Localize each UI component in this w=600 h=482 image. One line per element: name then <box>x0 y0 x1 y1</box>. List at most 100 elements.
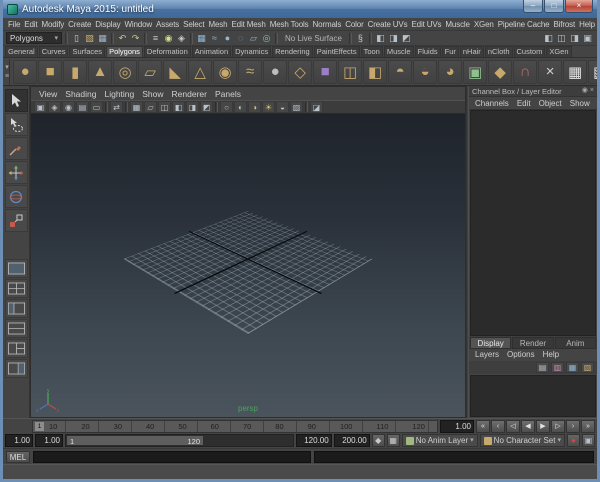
command-result[interactable] <box>314 451 594 463</box>
snap-view-plane-icon[interactable]: ▱ <box>247 32 260 45</box>
channel-box-body[interactable] <box>470 110 596 336</box>
menu-item[interactable]: Display <box>93 20 122 29</box>
new-layer-from-selected-icon[interactable]: ▥ <box>551 362 564 373</box>
menu-item[interactable]: Color <box>343 20 365 29</box>
animation-end-field[interactable]: 200.00 <box>334 434 370 447</box>
extrude-icon[interactable]: ▣ <box>463 60 487 84</box>
image-plane-icon[interactable]: ▭ <box>90 101 103 113</box>
script-language-button[interactable]: MEL <box>6 451 30 463</box>
separate-icon[interactable]: ◧ <box>363 60 387 84</box>
shelf-menu-icon[interactable]: ≡ <box>5 72 9 81</box>
menu-item[interactable]: Normals <box>311 20 344 29</box>
save-scene-icon[interactable]: ▦ <box>96 32 109 45</box>
command-input[interactable] <box>33 451 311 463</box>
scale-tool-button[interactable] <box>5 209 28 232</box>
maximize-button[interactable]: □ <box>544 0 564 13</box>
modeling-toolkit-toggle[interactable]: ▣ <box>581 32 594 45</box>
playback-end-field[interactable]: 120.00 <box>296 434 332 447</box>
shelf-tab[interactable]: Toon <box>361 46 383 57</box>
grid-icon[interactable]: ▦ <box>130 101 143 113</box>
viewport-menu-item[interactable]: View <box>35 89 61 99</box>
layer-editor-menu-item[interactable]: Options <box>503 349 539 361</box>
camera-attributes-icon[interactable]: ◉ <box>62 101 75 113</box>
pan-zoom-icon[interactable]: ⇄ <box>110 101 123 113</box>
new-empty-layer-icon[interactable]: ▤ <box>536 362 549 373</box>
menu-item[interactable]: Assets <box>154 20 181 29</box>
shelf-tab[interactable]: General <box>5 46 38 57</box>
menu-item[interactable]: Create UVs <box>366 20 410 29</box>
close-icon[interactable]: × <box>590 86 594 96</box>
menu-item[interactable]: Select <box>181 20 206 29</box>
lights-icon[interactable]: ☀ <box>262 101 275 113</box>
layer-editor-menu-item[interactable]: Layers <box>471 349 503 361</box>
menu-item[interactable]: Modify <box>39 20 66 29</box>
poly-helix-icon[interactable]: ≈ <box>238 60 262 84</box>
menu-item[interactable]: Create <box>66 20 93 29</box>
move-tool-button[interactable] <box>5 161 28 184</box>
new-scene-icon[interactable]: ▯ <box>70 32 83 45</box>
textured-icon[interactable]: ◑ <box>248 101 261 113</box>
animation-preferences-icon[interactable]: ▣ <box>582 434 595 447</box>
make-live-icon[interactable]: ◎ <box>260 32 273 45</box>
combine-icon[interactable]: ◫ <box>338 60 362 84</box>
isolate-select-icon[interactable]: ◪ <box>310 101 323 113</box>
poly-cube-icon[interactable]: ■ <box>38 60 62 84</box>
snap-curve-icon[interactable]: ≈ <box>208 32 221 45</box>
menu-item[interactable]: Bifrost <box>551 20 577 29</box>
menu-item[interactable]: Edit Mesh <box>229 20 267 29</box>
film-gate-icon[interactable]: ▱ <box>144 101 157 113</box>
shadows-icon[interactable]: ◒ <box>276 101 289 113</box>
shelf-tab[interactable]: nHair <box>460 46 484 57</box>
anim-snap-icon[interactable]: ▦ <box>387 434 400 447</box>
snap-grid-icon[interactable]: ▦ <box>195 32 208 45</box>
snap-projected-center-icon[interactable]: ◌ <box>234 32 247 45</box>
step-back-key-button[interactable]: ◁ <box>506 420 520 433</box>
perspective-view[interactable]: y x z persp <box>31 114 465 417</box>
step-back-frame-button[interactable]: ‹ <box>491 420 505 433</box>
playback-start-field[interactable]: 1.00 <box>35 434 63 447</box>
divider[interactable] <box>144 33 147 44</box>
close-button[interactable]: × <box>565 0 593 13</box>
sculpt-tool-icon[interactable]: ■ <box>313 60 337 84</box>
current-time-field[interactable]: 1.00 <box>440 420 474 433</box>
open-scene-icon[interactable]: ▧ <box>83 32 96 45</box>
poly-prism-icon[interactable]: ◣ <box>163 60 187 84</box>
shelf-tab[interactable]: Dynamics <box>232 46 271 57</box>
gate-mask-icon[interactable]: ◧ <box>172 101 185 113</box>
layout-single-pane-button[interactable] <box>5 259 28 278</box>
menu-item[interactable]: Mesh <box>206 20 229 29</box>
camera-icon[interactable]: ▣ <box>34 101 47 113</box>
shelf-tab-switcher-icon[interactable]: ▾ <box>5 63 9 72</box>
shaded-icon[interactable]: ◐ <box>234 101 247 113</box>
rotate-tool-button[interactable] <box>5 185 28 208</box>
select-hierarchy-icon[interactable]: ≡ <box>149 32 162 45</box>
boolean-union-icon[interactable]: ◓ <box>388 60 412 84</box>
divider[interactable] <box>111 33 114 44</box>
safe-title-icon[interactable]: ◩ <box>200 101 213 113</box>
shelf-tab[interactable]: Polygons <box>106 46 143 57</box>
paint-select-tool-button[interactable] <box>5 137 28 160</box>
auto-keyframe-icon[interactable]: ● <box>567 434 580 447</box>
poly-cone-icon[interactable]: ▲ <box>88 60 112 84</box>
pin-icon[interactable]: ◉ <box>582 86 588 96</box>
menu-item[interactable]: XGen <box>472 20 496 29</box>
construction-history-icon[interactable]: § <box>354 32 367 45</box>
attribute-editor-toggle[interactable]: ◧ <box>542 32 555 45</box>
menu-item[interactable]: Window <box>122 20 154 29</box>
time-slider[interactable]: 1 102030405060708090100110120 <box>32 420 438 433</box>
viewport-menu-item[interactable]: Show <box>138 89 167 99</box>
viewport-menu-item[interactable]: Renderer <box>168 89 211 99</box>
poly-pyramid-icon[interactable]: △ <box>188 60 212 84</box>
set-key-icon[interactable]: ◆ <box>372 434 385 447</box>
channel-box-menu-item[interactable]: Edit <box>513 97 535 109</box>
menu-item[interactable]: Help <box>577 20 597 29</box>
shelf-tab[interactable]: Custom <box>514 46 546 57</box>
poly-platonic-icon[interactable]: ◇ <box>288 60 312 84</box>
divider[interactable] <box>65 33 68 44</box>
menu-item[interactable]: Edit <box>22 20 39 29</box>
divider[interactable] <box>105 102 108 112</box>
snap-point-icon[interactable]: ● <box>221 32 234 45</box>
undo-icon[interactable]: ↶ <box>116 32 129 45</box>
viewport-menu-item[interactable]: Lighting <box>100 89 138 99</box>
play-forward-button[interactable]: ▶ <box>536 420 550 433</box>
